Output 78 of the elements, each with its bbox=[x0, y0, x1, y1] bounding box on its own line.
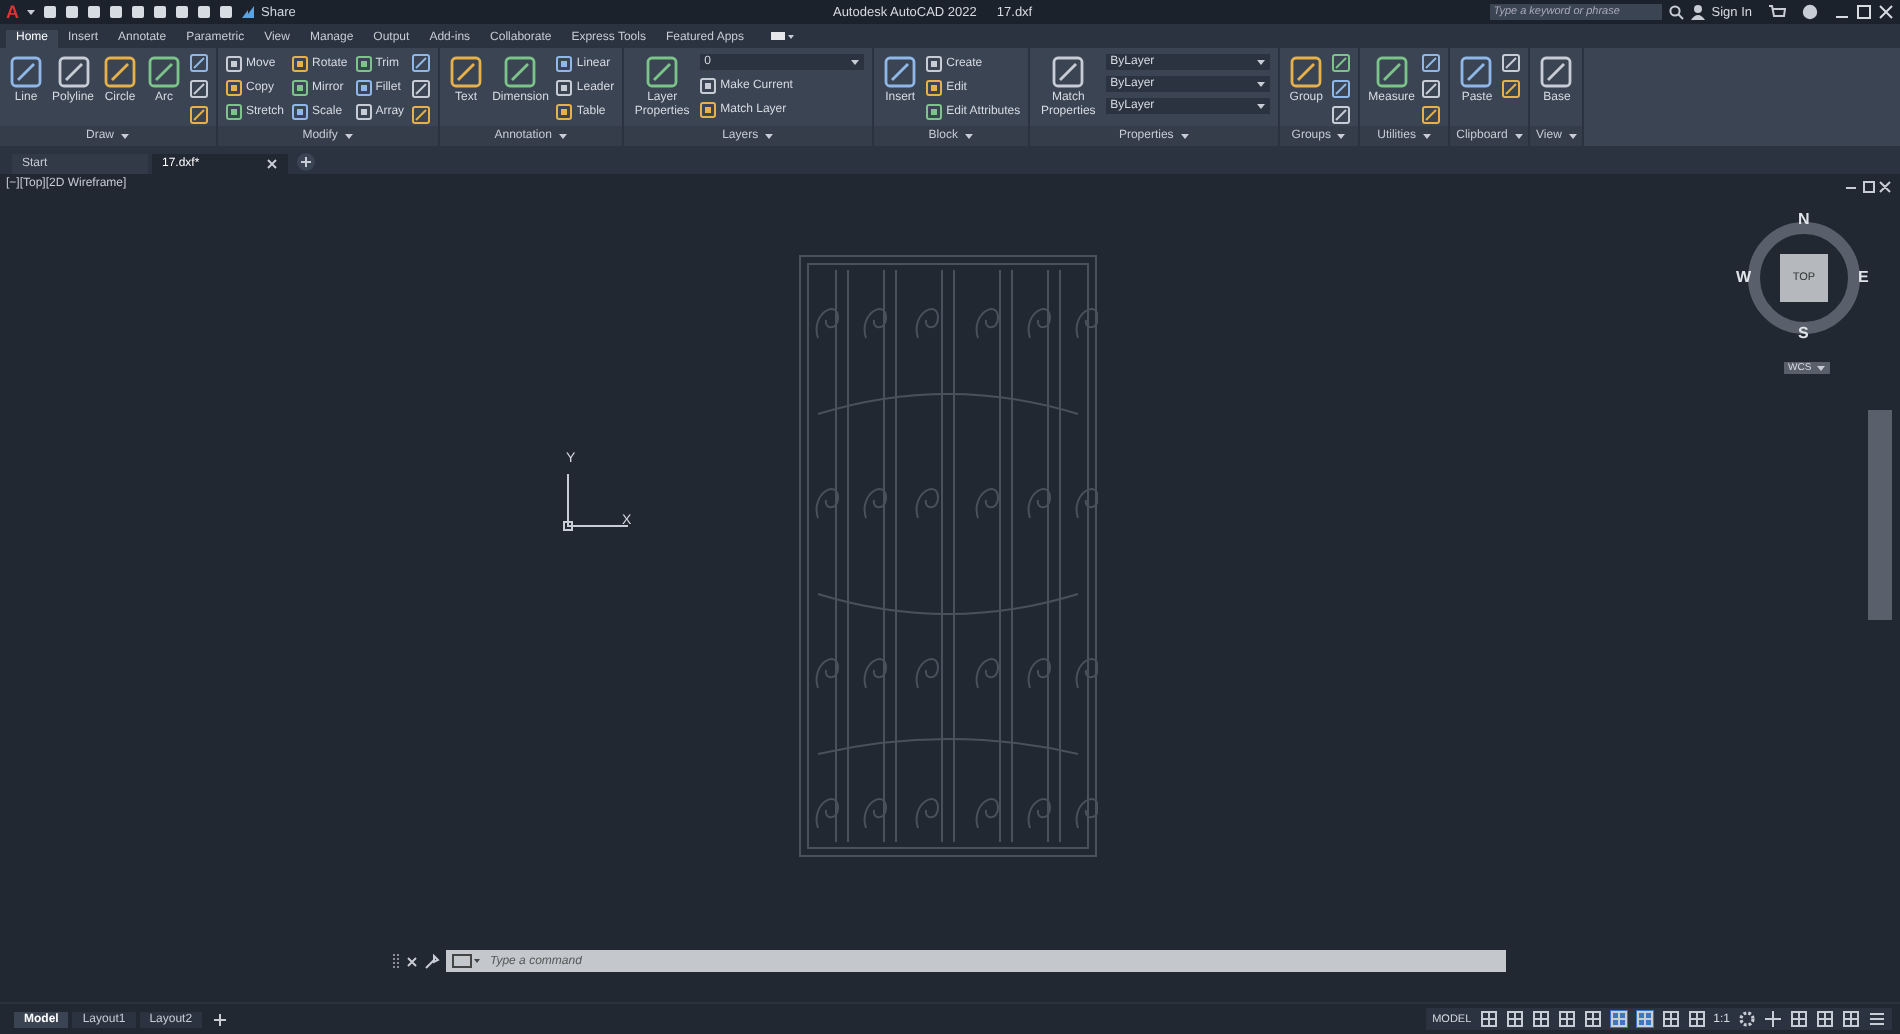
caret-icon bbox=[1256, 102, 1267, 110]
status-toggle-icon[interactable] bbox=[1842, 1010, 1860, 1028]
command-prompt-icon[interactable] bbox=[446, 950, 484, 972]
ucs-axes-icon bbox=[562, 468, 634, 532]
caret-icon bbox=[1421, 132, 1432, 140]
tool-icon bbox=[55, 54, 91, 90]
compass-label[interactable]: E bbox=[1858, 268, 1869, 286]
caret-icon[interactable] bbox=[25, 8, 35, 16]
caret-icon bbox=[557, 132, 568, 140]
add-layout-icon[interactable] bbox=[212, 1011, 229, 1027]
tool-icon[interactable] bbox=[190, 54, 209, 72]
status-toggle-icon[interactable] bbox=[1687, 1010, 1706, 1028]
search-icon[interactable] bbox=[1667, 4, 1684, 20]
tool-icon[interactable] bbox=[1332, 80, 1351, 98]
plus-icon[interactable] bbox=[1764, 1010, 1782, 1028]
tool-icon[interactable] bbox=[190, 80, 209, 98]
status-toggle-icon[interactable] bbox=[1531, 1010, 1550, 1028]
status-toggle-icon[interactable] bbox=[1661, 1010, 1680, 1028]
user-icon bbox=[1689, 4, 1706, 20]
status-toggle-icon[interactable] bbox=[1635, 1010, 1654, 1028]
workspace-icon[interactable] bbox=[770, 30, 794, 42]
caret-icon bbox=[1179, 132, 1190, 140]
tool-icon bbox=[644, 54, 681, 90]
tool-icon[interactable] bbox=[1422, 54, 1441, 72]
add-tab-icon[interactable] bbox=[296, 152, 316, 172]
tool-icon[interactable] bbox=[1332, 106, 1351, 124]
close-icon[interactable] bbox=[406, 955, 418, 967]
status-toggle-icon[interactable] bbox=[1479, 1010, 1498, 1028]
tool-icon bbox=[1373, 54, 1410, 90]
compass-label[interactable]: N bbox=[1798, 210, 1810, 228]
tool-icon[interactable] bbox=[1502, 80, 1521, 98]
caret-icon bbox=[343, 132, 354, 140]
caret-icon bbox=[1256, 58, 1267, 66]
tool-icon bbox=[1538, 54, 1575, 90]
caret-icon bbox=[1513, 132, 1524, 140]
tool-icon[interactable] bbox=[412, 54, 431, 72]
maximize-icon[interactable] bbox=[1856, 4, 1872, 20]
tool-icon bbox=[146, 54, 183, 90]
tool-icon bbox=[1288, 54, 1325, 90]
status-toggle-icon[interactable] bbox=[1816, 1010, 1834, 1028]
status-toggle-icon[interactable] bbox=[1790, 1010, 1808, 1028]
caret-icon bbox=[1815, 364, 1826, 372]
caret-icon bbox=[850, 58, 861, 66]
status-toggle-icon[interactable] bbox=[1583, 1010, 1602, 1028]
compass-label[interactable]: W bbox=[1736, 268, 1752, 286]
caret-icon bbox=[764, 132, 775, 140]
grip-icon[interactable] bbox=[392, 951, 400, 971]
tool-icon bbox=[1458, 54, 1495, 90]
status-toggle-icon[interactable] bbox=[1505, 1010, 1524, 1028]
tool-icon[interactable] bbox=[412, 80, 431, 98]
caret-icon bbox=[963, 132, 974, 140]
tool-icon[interactable] bbox=[412, 106, 431, 124]
cart-icon[interactable] bbox=[1768, 4, 1786, 20]
status-toggle-icon[interactable] bbox=[1557, 1010, 1576, 1028]
tool-icon[interactable] bbox=[1502, 54, 1521, 72]
tool-icon bbox=[502, 54, 539, 90]
menu-icon[interactable] bbox=[1868, 1010, 1886, 1028]
compass-label[interactable]: S bbox=[1798, 324, 1809, 342]
app-logo[interactable]: A bbox=[6, 2, 19, 22]
tool-icon bbox=[1050, 54, 1087, 90]
share-icon[interactable] bbox=[239, 4, 255, 20]
tool-icon bbox=[102, 54, 139, 90]
tool-icon[interactable] bbox=[1332, 54, 1351, 72]
caret-icon bbox=[1336, 132, 1347, 140]
caret-icon bbox=[1567, 132, 1578, 140]
tool-icon bbox=[8, 54, 44, 90]
status-toggle-icon[interactable] bbox=[1609, 1010, 1628, 1028]
wrench-icon[interactable] bbox=[424, 953, 440, 969]
tool-icon bbox=[882, 54, 919, 90]
close-icon[interactable] bbox=[1878, 4, 1894, 20]
tool-icon[interactable] bbox=[1422, 106, 1441, 124]
tool-icon bbox=[448, 54, 485, 90]
tool-icon[interactable] bbox=[190, 106, 209, 124]
caret-icon bbox=[1256, 80, 1267, 88]
close-icon[interactable] bbox=[266, 158, 278, 170]
tool-icon[interactable] bbox=[1422, 80, 1441, 98]
caret-icon bbox=[120, 132, 131, 140]
viewport-controls-icon[interactable] bbox=[1844, 180, 1892, 194]
